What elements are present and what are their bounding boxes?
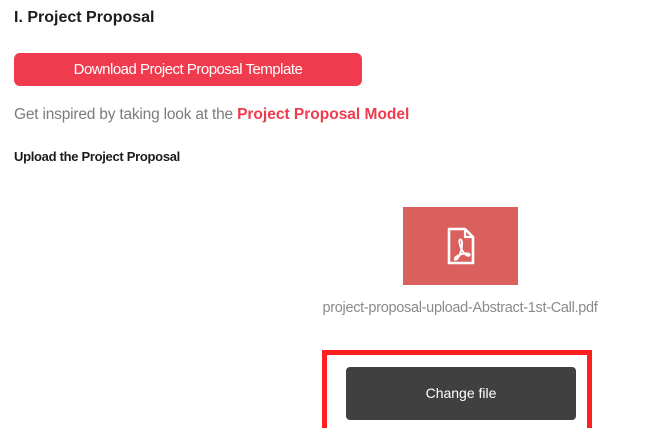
download-template-button[interactable]: Download Project Proposal Template [14,53,362,86]
change-file-button[interactable]: Change file [346,367,576,420]
inspiration-text: Get inspired by taking look at the [14,106,233,123]
project-proposal-section: I. Project Proposal Download Project Pro… [0,0,645,428]
upload-label: Upload the Project Proposal [14,149,180,164]
pdf-file-thumbnail[interactable] [403,207,518,285]
inspiration-line: Get inspired by taking look at the Proje… [14,106,409,124]
uploaded-file-name: project-proposal-upload-Abstract-1st-Cal… [322,300,598,316]
pdf-file-icon [446,227,476,265]
section-title: I. Project Proposal [14,9,155,26]
proposal-model-link[interactable]: Project Proposal Model [237,106,409,123]
